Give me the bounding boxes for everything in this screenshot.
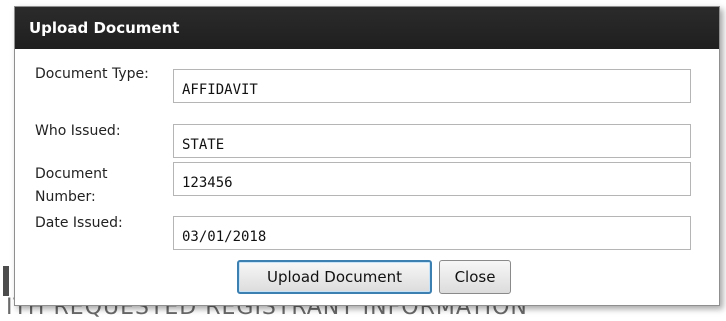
- who-issued-label: Who Issued:: [35, 123, 121, 139]
- close-button[interactable]: Close: [439, 260, 511, 294]
- document-number-label: Document Number:: [35, 166, 108, 205]
- document-type-input[interactable]: [173, 69, 691, 103]
- date-issued-label: Date Issued:: [35, 215, 123, 231]
- document-number-input[interactable]: [173, 162, 691, 196]
- document-type-label: Document Type:: [35, 66, 149, 82]
- background-divider: [3, 266, 9, 296]
- dialog-title: Upload Document: [15, 7, 719, 49]
- who-issued-input[interactable]: [173, 124, 691, 158]
- date-issued-input[interactable]: [173, 216, 691, 250]
- upload-document-dialog: Upload Document Document Type: Who Issue…: [14, 6, 720, 306]
- upload-document-button[interactable]: Upload Document: [237, 260, 432, 294]
